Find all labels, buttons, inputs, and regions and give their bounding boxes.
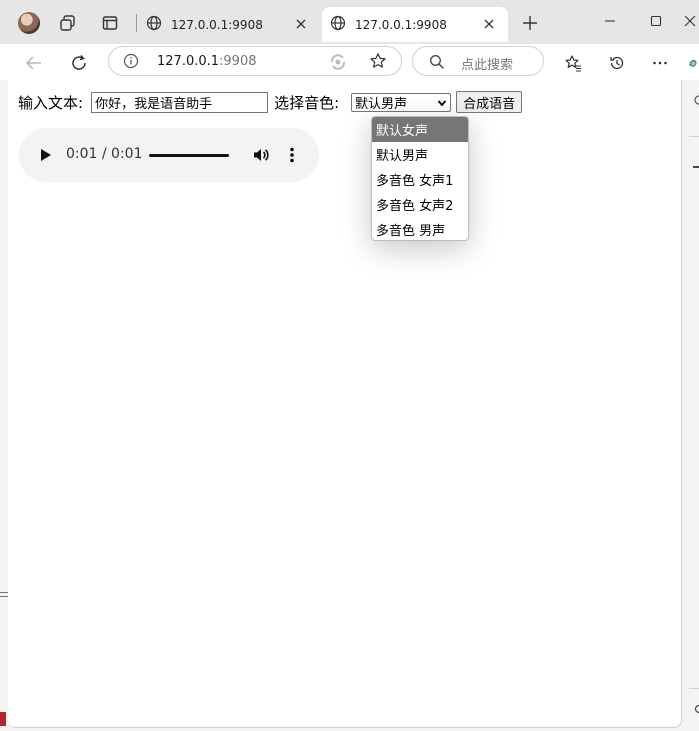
- chevron-down-icon: [437, 97, 447, 112]
- edge-accent: [0, 712, 6, 726]
- more-vertical-icon[interactable]: [287, 146, 297, 168]
- audio-progress-track[interactable]: [149, 154, 229, 157]
- globe-icon: [146, 15, 162, 34]
- tts-form: 输入文本: 选择音色: 默认男声 合成语音: [18, 91, 523, 113]
- voice-select-label: 选择音色:: [274, 93, 340, 112]
- edge-divider: [0, 592, 8, 597]
- sidebar-divider-bottom: [689, 688, 699, 689]
- text-input-label: 输入文本:: [18, 93, 84, 112]
- refresh-button[interactable]: [65, 49, 93, 77]
- copilot-button[interactable]: [688, 49, 699, 77]
- more-horizontal-icon: [653, 61, 667, 65]
- minimize-icon: [605, 20, 615, 22]
- copilot-icon: [689, 59, 697, 67]
- sidebar-divider: [689, 136, 699, 137]
- voice-select-value: 默认男声: [355, 96, 408, 112]
- search-icon: [429, 54, 445, 74]
- tab-title: 127.0.0.1:9908: [355, 17, 447, 32]
- sidebar-settings-icon: [694, 704, 699, 714]
- refresh-icon: [72, 55, 86, 70]
- voice-options-list: 默认女声 默认男声 多音色 女声1 多音色 女声2 多音色 男声: [371, 116, 469, 241]
- audio-time: 0:01 / 0:01: [66, 146, 143, 162]
- play-icon[interactable]: [39, 147, 53, 167]
- plus-icon: [523, 16, 537, 30]
- tab-actions-icon[interactable]: [100, 13, 120, 33]
- voice-option[interactable]: 多音色 女声1: [372, 167, 468, 192]
- settings-more-button[interactable]: [646, 49, 674, 77]
- voice-option[interactable]: 多音色 男声: [372, 217, 468, 240]
- voice-select[interactable]: 默认男声: [351, 92, 452, 112]
- voice-option[interactable]: 多音色 女声2: [372, 192, 468, 217]
- browser-toolbar: 127.0.0.1:9908 点此搜索: [0, 44, 699, 80]
- sidebar-strip: [683, 80, 699, 731]
- voice-option[interactable]: 默认男声: [372, 142, 468, 167]
- url-text: 127.0.0.1:9908: [157, 54, 257, 69]
- url-port: :9908: [219, 54, 257, 69]
- tab-strip: 127.0.0.1:9908 127.0.0.1:9908: [0, 0, 699, 44]
- close-icon[interactable]: [292, 15, 310, 33]
- tab-title: 127.0.0.1:9908: [171, 17, 263, 32]
- history-button[interactable]: [603, 49, 631, 77]
- sidebar-add-icon[interactable]: [693, 166, 699, 168]
- history-icon: [610, 56, 624, 70]
- search-placeholder: 点此搜索: [461, 58, 514, 73]
- search-box[interactable]: 点此搜索: [412, 46, 544, 76]
- synthesize-button[interactable]: 合成语音: [456, 91, 523, 113]
- workspaces-icon[interactable]: [58, 13, 78, 33]
- back-arrow-icon: [25, 56, 41, 70]
- immersive-reader-icon[interactable]: [329, 53, 347, 75]
- sidebar-search-icon: [694, 95, 699, 105]
- window-edge-left: [0, 80, 8, 731]
- favorite-star-icon[interactable]: [369, 52, 387, 74]
- favorites-button[interactable]: [559, 49, 587, 77]
- maximize-icon: [650, 15, 662, 27]
- close-icon: [684, 15, 696, 27]
- browser-window: 127.0.0.1:9908 127.0.0.1:9908 127.0.0.1:…: [0, 0, 699, 731]
- minimize-button[interactable]: [595, 8, 625, 34]
- close-window-button[interactable]: [684, 8, 699, 34]
- profile-avatar[interactable]: [18, 12, 40, 34]
- text-input[interactable]: [91, 91, 269, 113]
- url-host: 127.0.0.1: [157, 54, 220, 69]
- new-tab-button[interactable]: [518, 11, 542, 35]
- tab-inactive[interactable]: 127.0.0.1:9908: [140, 7, 320, 42]
- favorites-icon: [565, 55, 581, 72]
- back-button[interactable]: [20, 49, 48, 77]
- info-icon[interactable]: [123, 53, 139, 73]
- close-icon[interactable]: [480, 15, 498, 33]
- globe-icon: [330, 15, 346, 34]
- maximize-button[interactable]: [641, 8, 671, 34]
- voice-option[interactable]: 默认女声: [372, 117, 468, 142]
- page-content: 输入文本: 选择音色: 默认男声 合成语音 0:01 / 0:01: [8, 80, 682, 728]
- audio-player: 0:01 / 0:01: [19, 128, 319, 182]
- volume-icon[interactable]: [252, 146, 270, 168]
- tab-separator: [136, 14, 137, 32]
- address-bar[interactable]: 127.0.0.1:9908: [108, 46, 402, 76]
- tab-active[interactable]: 127.0.0.1:9908: [322, 7, 508, 42]
